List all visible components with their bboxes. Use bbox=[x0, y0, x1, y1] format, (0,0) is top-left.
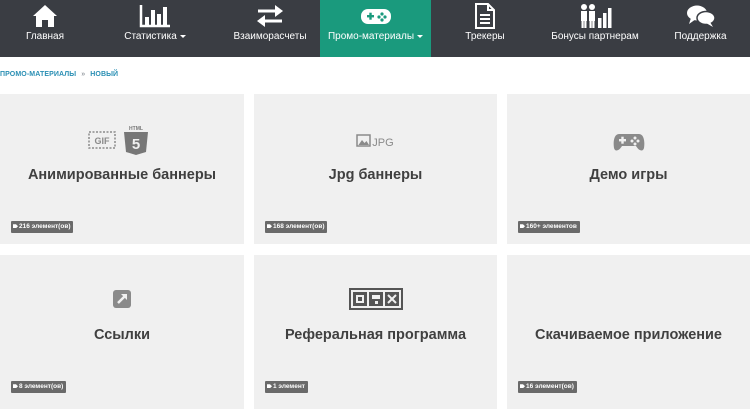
breadcrumb-separator: » bbox=[81, 71, 86, 78]
nav-item-support[interactable]: Поддержка bbox=[651, 0, 750, 57]
card-title: Jpg баннеры bbox=[328, 167, 423, 183]
card-downloadable-app[interactable]: Скачиваемое приложение 16 элемент(ов) bbox=[507, 255, 750, 409]
gif-html5-icon: GIF HTML 5 bbox=[0, 124, 244, 156]
card-demo-games[interactable]: Демо игры 160+ элементов bbox=[507, 94, 750, 244]
jpg-image-icon: JPG bbox=[254, 129, 497, 153]
nav-item-statistics[interactable]: Статистика bbox=[90, 0, 220, 57]
gamepad-icon bbox=[507, 128, 750, 154]
html5-number: 5 bbox=[132, 136, 140, 153]
count-badge: 1 элемент bbox=[265, 381, 308, 393]
nav-label: Статистика bbox=[124, 31, 177, 42]
tag-icon bbox=[520, 384, 525, 389]
card-jpg-banners[interactable]: JPG Jpg баннеры 168 элемент(ов) bbox=[254, 94, 497, 244]
caret-down-icon bbox=[179, 34, 186, 38]
tag-icon bbox=[13, 384, 18, 389]
document-icon bbox=[431, 3, 539, 29]
referral-qr-icon bbox=[254, 287, 497, 311]
nav-item-settlements[interactable]: Взаиморасчеты bbox=[220, 0, 320, 57]
top-navigation: Главная Статистика Взаиморасчеты Промо-м… bbox=[0, 0, 750, 57]
tag-icon bbox=[267, 224, 272, 229]
tag-icon bbox=[267, 384, 272, 389]
badge-text: 1 элемент bbox=[273, 383, 305, 390]
card-animated-banners[interactable]: GIF HTML 5 Анимированные баннеры 216 эле… bbox=[0, 94, 244, 244]
card-title: Скачиваемое приложение bbox=[534, 327, 722, 343]
card-title: Реферальная программа bbox=[284, 327, 467, 343]
count-badge: 160+ элементов bbox=[518, 221, 580, 233]
badge-text: 8 элемент(ов) bbox=[19, 383, 64, 390]
nav-label: Поддержка bbox=[674, 31, 727, 42]
jpg-label: JPG bbox=[372, 137, 393, 149]
nav-label: Промо-материалы bbox=[327, 31, 415, 42]
badge-text: 16 элемент(ов) bbox=[526, 383, 574, 390]
count-badge: 168 элемент(ов) bbox=[265, 221, 328, 233]
gamepad-icon bbox=[320, 3, 431, 29]
partners-icon bbox=[539, 3, 651, 29]
badge-text: 216 элемент(ов) bbox=[19, 223, 71, 230]
breadcrumb-current: НОВЫЙ bbox=[90, 71, 119, 78]
card-title: Анимированные баннеры bbox=[27, 167, 217, 183]
card-title: Ссылки bbox=[93, 327, 151, 343]
nav-label: Трекеры bbox=[465, 31, 505, 42]
nav-label: Взаиморасчеты bbox=[233, 31, 307, 42]
chat-bubbles-icon bbox=[651, 3, 750, 29]
gif-label: GIF bbox=[95, 136, 111, 146]
badge-text: 160+ элементов bbox=[526, 223, 577, 230]
nav-item-promo[interactable]: Промо-материалы bbox=[320, 0, 431, 57]
count-badge: 216 элемент(ов) bbox=[11, 221, 74, 233]
count-badge: 8 элемент(ов) bbox=[11, 381, 67, 393]
card-referral-program[interactable]: Реферальная программа 1 элемент bbox=[254, 255, 497, 409]
caret-down-icon bbox=[417, 34, 424, 38]
exchange-arrows-icon bbox=[220, 3, 320, 29]
nav-item-trackers[interactable]: Трекеры bbox=[431, 0, 539, 57]
badge-text: 168 элемент(ов) bbox=[273, 223, 325, 230]
tag-icon bbox=[13, 224, 18, 229]
count-badge: 16 элемент(ов) bbox=[518, 381, 577, 393]
nav-label: Главная bbox=[25, 31, 65, 42]
html-label: HTML bbox=[129, 126, 143, 132]
external-link-icon bbox=[0, 287, 244, 311]
tag-icon bbox=[520, 224, 525, 229]
home-icon bbox=[0, 3, 90, 29]
breadcrumb: ПРОМО-МАТЕРИАЛЫ » НОВЫЙ bbox=[0, 71, 118, 78]
nav-item-home[interactable]: Главная bbox=[0, 0, 90, 57]
nav-item-partner-bonuses[interactable]: Бонусы партнерам bbox=[539, 0, 651, 57]
nav-label: Бонусы партнерам bbox=[551, 31, 639, 42]
bar-chart-icon bbox=[90, 3, 220, 29]
card-links[interactable]: Ссылки 8 элемент(ов) bbox=[0, 255, 244, 409]
card-title: Демо игры bbox=[589, 167, 668, 183]
breadcrumb-link-promo[interactable]: ПРОМО-МАТЕРИАЛЫ bbox=[0, 71, 76, 78]
